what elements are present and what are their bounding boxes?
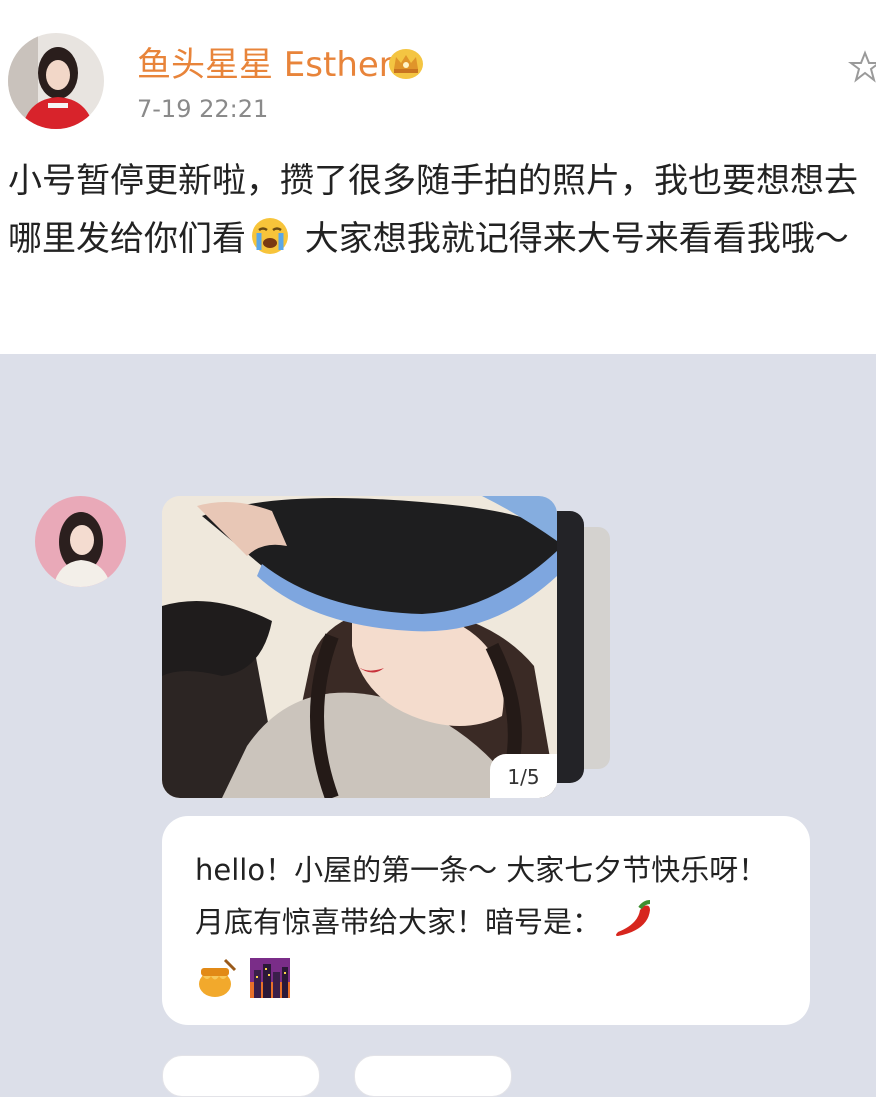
crying-emoji-icon bbox=[250, 216, 290, 256]
honey-pot-emoji-icon bbox=[195, 956, 239, 1016]
star-icon[interactable] bbox=[848, 50, 876, 84]
city-night-emoji-icon bbox=[248, 956, 292, 1016]
reaction-button-2[interactable] bbox=[354, 1055, 512, 1097]
post-timestamp: 7-19 22:21 bbox=[137, 95, 269, 123]
message-text: hello！小屋的第一条～ 大家七夕节快乐呀！月底有惊喜带给大家！暗号是： bbox=[195, 844, 795, 1016]
username[interactable]: 鱼头星星 Esther bbox=[137, 42, 393, 88]
crown-icon bbox=[386, 47, 426, 81]
reaction-button[interactable] bbox=[162, 1055, 320, 1097]
message-text-content: hello！小屋的第一条～ 大家七夕节快乐呀！月底有惊喜带给大家！暗号是： bbox=[195, 853, 768, 939]
message-avatar[interactable] bbox=[35, 496, 126, 587]
chili-pepper-emoji-icon bbox=[610, 900, 654, 956]
photo-counter: 1/5 bbox=[490, 754, 557, 798]
post-text-part2: 大家想我就记得来大号来看看我哦～ bbox=[294, 219, 849, 259]
photo-carousel-image[interactable] bbox=[162, 496, 557, 798]
post-text: 小号暂停更新啦，攒了很多随手拍的照片，我也要想想去哪里发给你们看 大家想我就记得… bbox=[8, 152, 870, 268]
weibo-post-card: 鱼头星星 Esther 7-19 22:21 小号暂停更新啦，攒了很多随手拍的照… bbox=[0, 0, 876, 354]
avatar[interactable] bbox=[8, 33, 104, 129]
message-bubble: hello！小屋的第一条～ 大家七夕节快乐呀！月底有惊喜带给大家！暗号是： bbox=[162, 816, 810, 1025]
